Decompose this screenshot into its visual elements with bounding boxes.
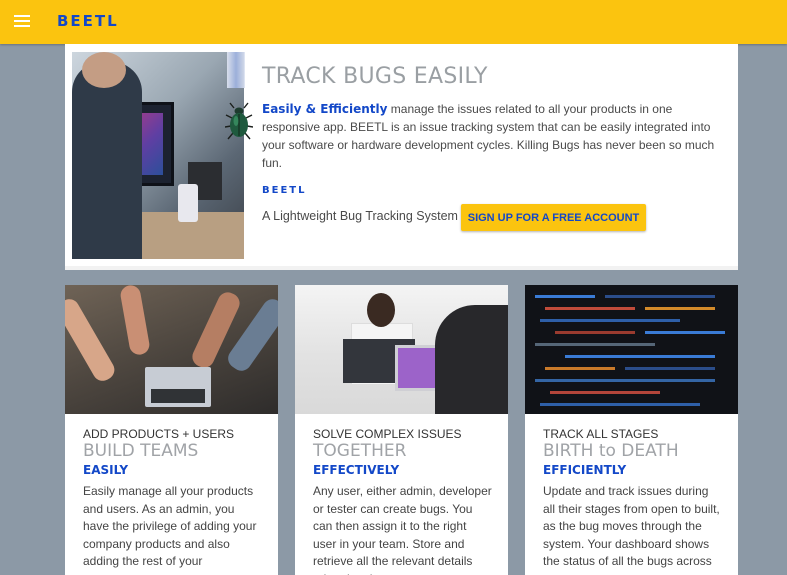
hero-card: TRACK BUGS EASILY Easily & Efficiently m… <box>65 44 738 266</box>
card-title: TOGETHER <box>313 441 407 461</box>
brand-logo[interactable]: BEETL <box>57 12 119 30</box>
card-title: BIRTH to DEATH <box>543 441 679 461</box>
card-body: Update and track issues during all their… <box>543 484 720 568</box>
beetle-icon <box>225 102 253 140</box>
developers-image <box>295 285 508 414</box>
hamburger-menu-icon[interactable] <box>14 15 30 27</box>
card-emphasis: EFFECTIVELY <box>313 463 400 477</box>
card-body: Any user, either admin, developer or tes… <box>313 484 492 575</box>
card-title: BUILD TEAMS <box>83 441 199 461</box>
card-emphasis: EASILY <box>83 463 129 477</box>
hero-lead-bold: Easily & Efficiently <box>262 102 388 116</box>
hero-tagline: A Lightweight Bug Tracking System <box>262 209 458 223</box>
team-laptop-image <box>65 285 278 414</box>
hero-title: TRACK BUGS EASILY <box>262 64 488 89</box>
card-body: Easily manage all your products and user… <box>83 484 257 568</box>
top-app-bar: BEETL <box>0 0 787 44</box>
hero-image <box>72 52 244 259</box>
card-emphasis: EFFICIENTLY <box>543 463 627 477</box>
feature-card-together: SOLVE COMPLEX ISSUES TOGETHER EFFECTIVEL… <box>295 285 508 575</box>
card-label: TRACK ALL STAGES <box>543 427 659 441</box>
card-label: ADD PRODUCTS + USERS <box>83 427 235 441</box>
feature-card-build-teams: ADD PRODUCTS + USERS BUILD TEAMS EASILY … <box>65 285 278 575</box>
feature-card-birth-to-death: TRACK ALL STAGES BIRTH to DEATH EFFICIEN… <box>525 285 738 575</box>
card-label: SOLVE COMPLEX ISSUES <box>313 427 462 441</box>
hero-description: Easily & Efficiently manage the issues r… <box>262 100 717 172</box>
glass-decoration <box>227 52 245 88</box>
code-screen-image <box>525 285 738 414</box>
section-divider <box>65 266 738 270</box>
signup-button[interactable]: SIGN UP FOR A FREE ACCOUNT <box>461 204 646 231</box>
hero-brand: BEETL <box>262 185 307 196</box>
